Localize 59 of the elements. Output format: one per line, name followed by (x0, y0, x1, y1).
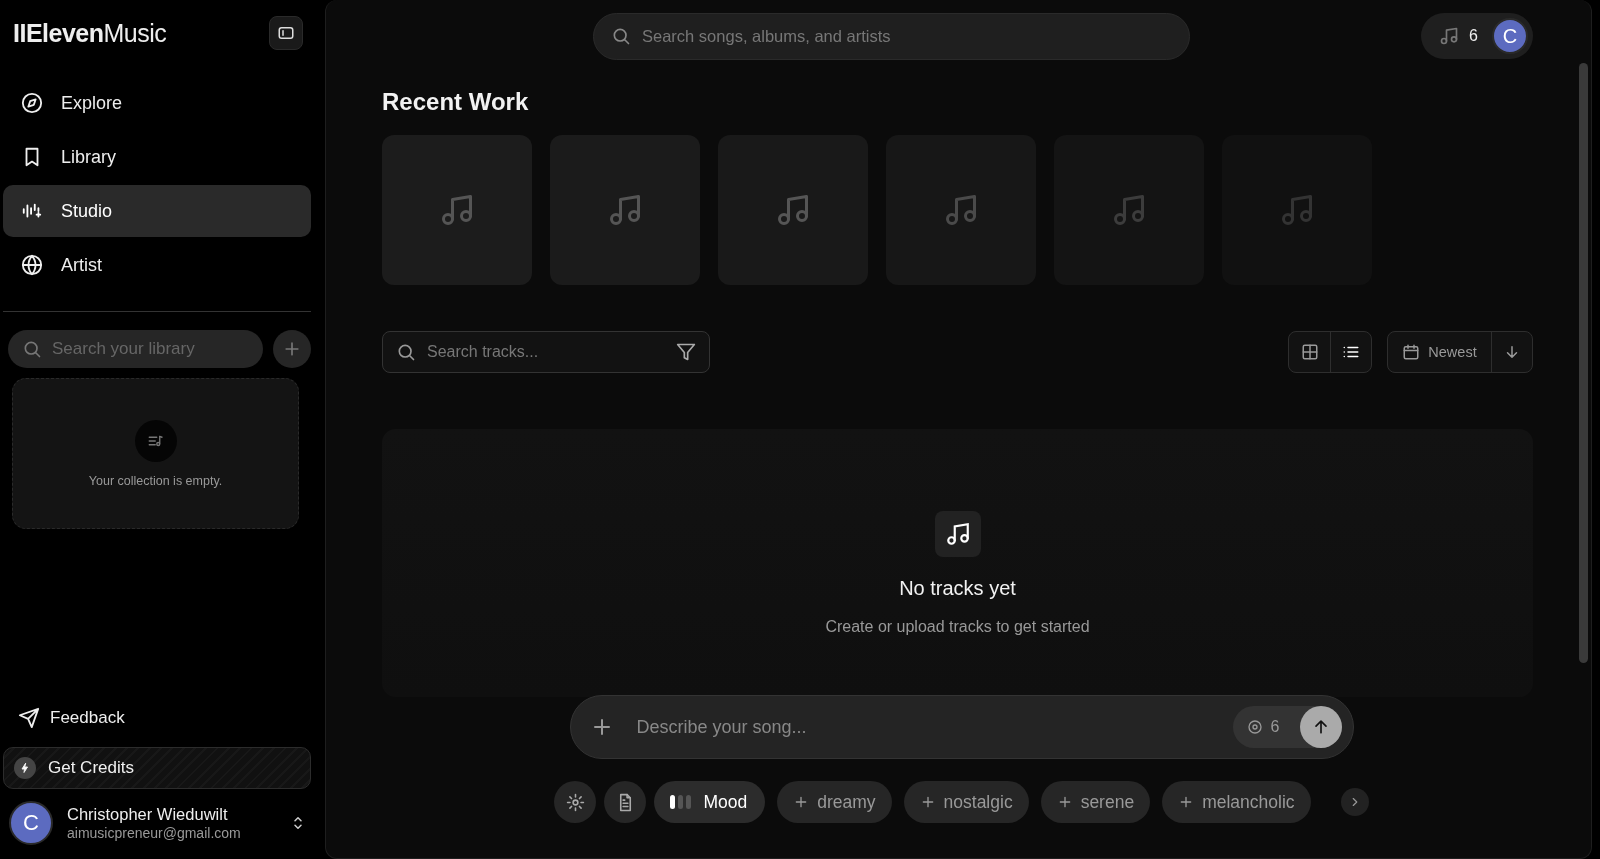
empty-collection-text: Your collection is empty. (88, 473, 223, 488)
mood-button[interactable]: Mood (654, 781, 766, 823)
nav-item[interactable]: Library (3, 131, 311, 183)
track-tile[interactable] (886, 135, 1036, 285)
bars-icon (670, 795, 692, 809)
search-field[interactable]: Search songs, albums, and artists (593, 12, 1190, 60)
search-icon (396, 342, 416, 362)
add-button[interactable] (273, 330, 311, 368)
track-search-field[interactable]: Search tracks... (382, 331, 710, 373)
search-icon (611, 26, 631, 46)
calendar-icon (1402, 343, 1421, 361)
music-note-icon (1279, 192, 1315, 228)
music-note-icon (1111, 192, 1147, 228)
tag-chip[interactable]: dreamy (777, 781, 892, 823)
settings-button[interactable] (554, 781, 597, 823)
music-note-icon (439, 192, 475, 228)
user-email: aimusicpreneur@gmail.com (67, 825, 242, 841)
compass-icon (21, 92, 43, 114)
library-search-field[interactable]: Search your library (8, 330, 263, 368)
settings-icon (565, 792, 585, 812)
music-note-icon (934, 510, 981, 557)
coin-icon (1246, 719, 1263, 735)
user-name: Christopher Wieduwilt (67, 805, 229, 824)
search-icon (22, 339, 42, 359)
track-tile[interactable] (1222, 135, 1372, 285)
tag-chip[interactable]: serene (1040, 781, 1151, 823)
credit-count: 6 (1469, 27, 1478, 45)
next-button[interactable] (1340, 788, 1369, 816)
lightning-icon (14, 757, 36, 779)
logo: IIElevenMusic (13, 18, 167, 48)
track-tile[interactable] (1054, 135, 1204, 285)
track-tile[interactable] (382, 135, 532, 285)
filter-icon (676, 342, 696, 362)
music-note-icon (1439, 26, 1460, 46)
section-title: Recent Work (382, 88, 530, 116)
sidebar-panel-icon (277, 24, 295, 42)
nav-item[interactable]: Artist (3, 239, 311, 291)
nav-item[interactable]: Studio (3, 185, 311, 237)
music-note-icon (607, 192, 643, 228)
music-note-icon (943, 192, 979, 228)
send-icon (18, 707, 40, 729)
globe-icon (21, 254, 43, 276)
feedback-link[interactable]: Feedback (3, 701, 140, 735)
music-note-icon (775, 192, 811, 228)
user-menu[interactable]: C Christopher Wieduwilt aimusicpreneur@gmail.com (3, 801, 311, 845)
get-credits-button[interactable]: Get Credits (3, 747, 311, 789)
avatar: C (9, 801, 53, 845)
lyrics-button[interactable] (604, 781, 647, 823)
tag-chip[interactable]: nostalgic (903, 781, 1029, 823)
credits-pill[interactable]: 6 C (1421, 13, 1533, 59)
empty-state-title: No tracks yet (899, 576, 1016, 600)
empty-state-text: Create or upload tracks to get started (825, 617, 1090, 636)
grid-icon (1300, 343, 1319, 361)
sidebar-toggle-button[interactable] (269, 16, 303, 50)
nav-item[interactable]: Explore (3, 77, 311, 129)
avatar[interactable]: C (1492, 18, 1528, 54)
track-tile[interactable] (550, 135, 700, 285)
track-tile[interactable] (718, 135, 868, 285)
tag-chip[interactable]: melancholic (1162, 781, 1311, 823)
